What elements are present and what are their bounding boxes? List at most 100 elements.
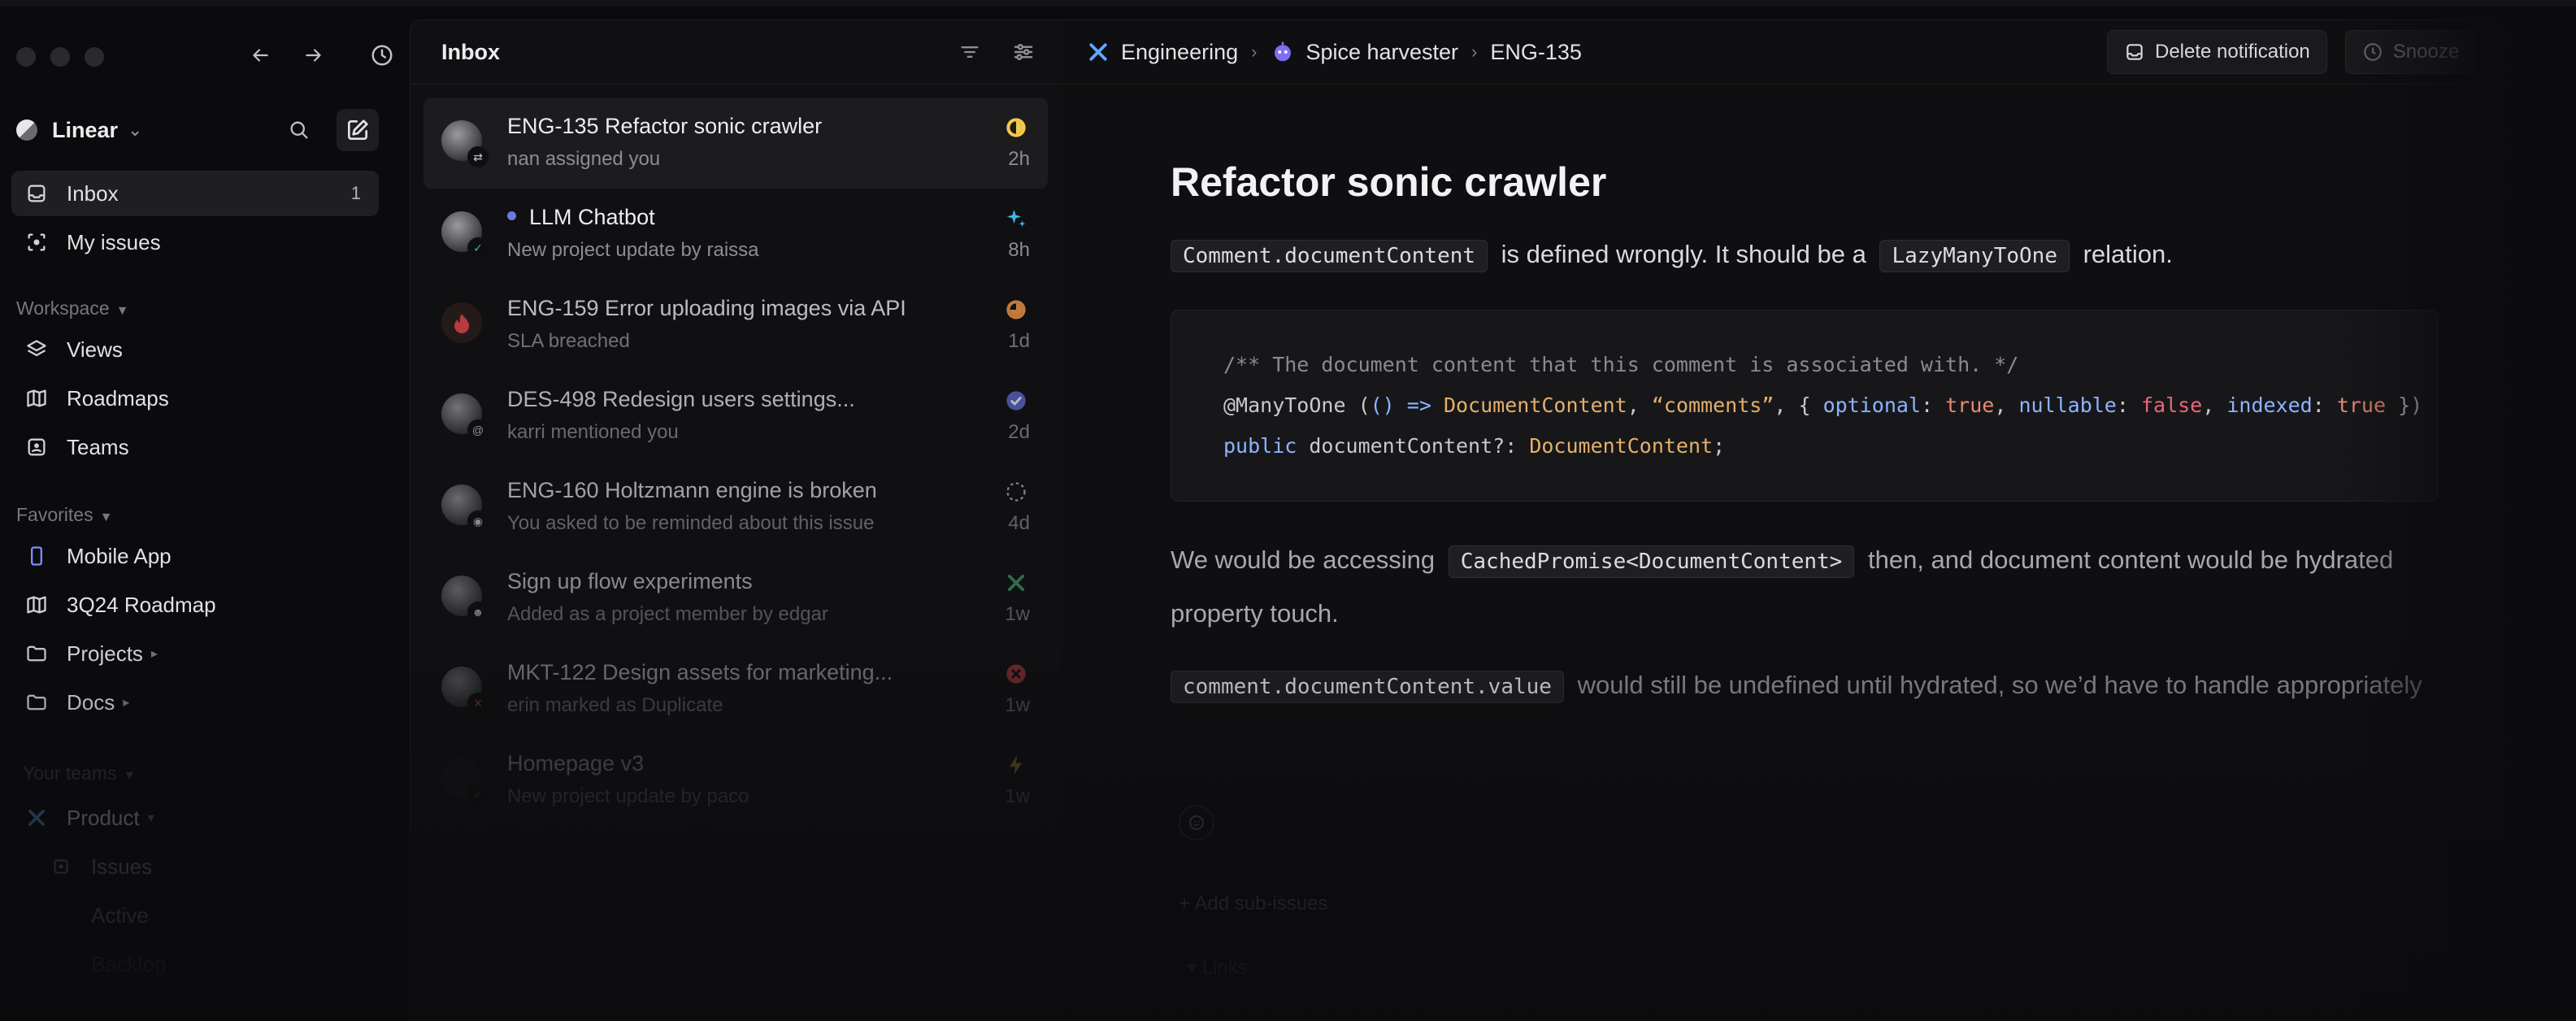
close-window-button[interactable]: [16, 47, 36, 67]
chevron-down-icon: ▾: [147, 811, 154, 825]
sidebar-item-team-product[interactable]: Product ▾: [11, 795, 379, 841]
title-bar: [0, 0, 2576, 7]
chevron-down-icon: ⌄: [128, 119, 143, 140]
sidebar-item-teams[interactable]: Teams: [11, 424, 379, 470]
avatar: ☻: [441, 576, 489, 623]
workspace-switcher[interactable]: Linear ⌄: [16, 104, 379, 156]
linear-logo-icon: [16, 119, 37, 141]
chevron-right-icon: ›: [1471, 41, 1478, 62]
chevron-right-icon: ▸: [123, 696, 130, 710]
code-line: /** The document content that this comme…: [1223, 353, 2019, 376]
links-section-toggle[interactable]: ▾ Links: [1187, 956, 1248, 980]
inbox-item[interactable]: ◉ ENG-160 Holtzmann engine is broken You…: [424, 462, 1048, 553]
sidebar-item-label: My issues: [67, 229, 161, 254]
sidebar-item-roadmaps[interactable]: Roadmaps: [11, 376, 379, 421]
description-paragraph[interactable]: Comment.documentContent is defined wrong…: [1171, 237, 2439, 274]
delete-notification-button[interactable]: Delete notification: [2107, 30, 2327, 74]
sidebar-item-inbox[interactable]: Inbox 1: [11, 171, 379, 216]
search-icon[interactable]: [278, 109, 320, 151]
inbox-item[interactable]: ⇄ ENG-135 Refactor sonic crawler nan ass…: [424, 98, 1048, 189]
in-progress-icon: [1004, 115, 1028, 140]
favorites-section-label[interactable]: Favorites ▼: [16, 504, 112, 526]
snooze-button[interactable]: Snooze: [2344, 30, 2477, 74]
zoom-window-button[interactable]: [85, 47, 104, 67]
inbox-item-subtitle: New project update by raissa: [507, 239, 759, 261]
sidebar-item-label: Backlog: [91, 951, 167, 976]
description-paragraph[interactable]: We would be accessing CachedPromise<Docu…: [1171, 542, 2439, 580]
detail-actions: Delete notification Snooze: [2107, 30, 2477, 74]
sidebar-item-backlog[interactable]: Backlog: [80, 941, 380, 987]
breadcrumb: Engineering › Spice harvester › ENG-135: [1085, 39, 1582, 65]
inbox-item[interactable]: @ DES-498 Redesign users settings... kar…: [424, 371, 1048, 462]
inbox-item[interactable]: ✓ LLM Chatbot New project update by rais…: [424, 189, 1048, 280]
inline-code: CachedPromise<DocumentContent>: [1448, 545, 1855, 578]
add-reaction-icon[interactable]: [1179, 805, 1214, 841]
inbox-item-title: ENG-135 Refactor sonic crawler: [507, 114, 823, 138]
sidebar-item-mobile-app[interactable]: Mobile App: [11, 533, 379, 579]
minimize-window-button[interactable]: [50, 47, 70, 67]
sidebar-item-projects[interactable]: Projects ▸: [11, 631, 379, 676]
bolt-icon: [1004, 753, 1028, 777]
code-block[interactable]: /** The document content that this comme…: [1171, 310, 2439, 502]
inbox-tools: [954, 36, 1040, 68]
description-paragraph-continued[interactable]: property touch.: [1171, 596, 2439, 632]
phone-icon: [23, 542, 50, 570]
history-nav: [244, 39, 398, 72]
issue-document: Refactor sonic crawler Comment.documentC…: [1171, 159, 2439, 741]
inbox-item[interactable]: ENG-159 Error uploading images via API S…: [424, 280, 1048, 371]
clock-icon: [2362, 41, 2383, 63]
breadcrumb-issue-id[interactable]: ENG-135: [1490, 40, 1582, 65]
sidebar-item-issues[interactable]: Issues: [36, 844, 377, 889]
add-sub-issues-button[interactable]: + Add sub-issues: [1179, 893, 1327, 915]
map-icon: [23, 591, 50, 619]
sidebar-item-3q24-roadmap[interactable]: 3Q24 Roadmap: [11, 582, 379, 628]
robot-project-icon: [1270, 39, 1296, 65]
sidebar-item-my-issues[interactable]: My issues: [11, 219, 379, 265]
inbox-item-title: Homepage v3: [507, 751, 645, 776]
sidebar-item-active[interactable]: Active: [80, 893, 380, 938]
issue-title[interactable]: Refactor sonic crawler: [1171, 159, 2439, 206]
folder-icon: [23, 640, 50, 667]
inbox-item[interactable]: ✕ MKT-122 Design assets for marketing...…: [424, 644, 1048, 735]
done-check-icon: [1004, 389, 1028, 413]
duplicate-icon: ✕: [467, 693, 489, 714]
inbox-item-subtitle: You asked to be reminded about this issu…: [507, 512, 875, 534]
app-window: Linear ⌄ Inbox 1 My issues Workspace ▼ V…: [0, 0, 2576, 1021]
sidebar-item-label: Inbox: [67, 180, 119, 206]
sidebar-item-label: 3Q24 Roadmap: [67, 592, 216, 617]
workspace-section-label[interactable]: Workspace ▼: [16, 298, 128, 319]
fire-avatar: [441, 302, 482, 343]
sparkle-icon: [1004, 206, 1028, 231]
backlog-icon: [1004, 480, 1028, 504]
inbox-header: Inbox: [411, 20, 1061, 85]
forward-arrow-icon[interactable]: [298, 39, 330, 72]
breadcrumb-project[interactable]: Spice harvester: [1305, 40, 1458, 65]
description-paragraph[interactable]: comment.documentContent.value would stil…: [1171, 667, 2439, 705]
chevron-right-icon: ›: [1251, 41, 1258, 62]
reassign-icon: ⇄: [467, 146, 489, 167]
avatar: ✓: [441, 211, 489, 259]
project-icon: [1004, 571, 1028, 595]
member-added-icon: ☻: [467, 602, 489, 623]
breadcrumb-team[interactable]: Engineering: [1121, 40, 1238, 65]
avatar: @: [441, 393, 489, 441]
your-teams-section-label[interactable]: Your teams ▼: [23, 762, 136, 784]
project-update-icon: ✓: [467, 784, 489, 805]
inbox-item-subtitle: New project update by paco: [507, 785, 749, 807]
inbox-item[interactable]: ✓ Homepage v3 New project update by paco…: [424, 735, 1048, 826]
back-arrow-icon[interactable]: [244, 39, 276, 72]
display-options-icon[interactable]: [1007, 36, 1040, 68]
sidebar-item-views[interactable]: Views: [11, 327, 379, 372]
compose-new-issue-icon[interactable]: [337, 109, 379, 151]
inbox-item[interactable]: ☻ Sign up flow experiments Added as a pr…: [424, 553, 1048, 644]
history-clock-icon[interactable]: [366, 39, 398, 72]
inbox-item-title: MKT-122 Design assets for marketing...: [507, 660, 893, 684]
inbox-item-age: 1w: [1005, 694, 1030, 716]
sidebar-item-label: Active: [91, 902, 149, 928]
sla-breached-icon: [1004, 298, 1028, 322]
filter-icon[interactable]: [954, 36, 986, 68]
inbox-item-subtitle: SLA breached: [507, 330, 630, 352]
bell-reminder-icon: ◉: [467, 510, 489, 532]
sidebar-item-docs[interactable]: Docs ▸: [11, 680, 379, 725]
inbox-item-title: ENG-160 Holtzmann engine is broken: [507, 478, 877, 502]
